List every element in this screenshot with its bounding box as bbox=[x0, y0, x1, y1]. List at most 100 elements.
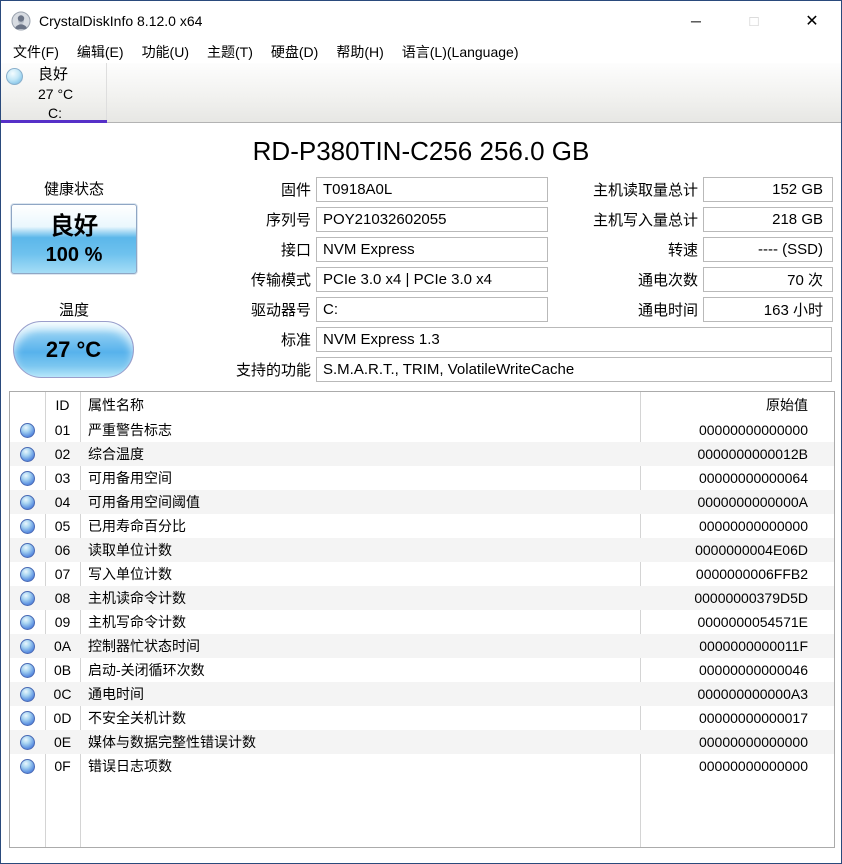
maximize-button[interactable]: □ bbox=[725, 1, 783, 41]
cell-id: 08 bbox=[54, 590, 71, 606]
field-value-box[interactable]: ---- (SSD) bbox=[703, 237, 833, 262]
header-attribute-name: 属性名称 bbox=[88, 397, 144, 413]
cell-raw-value: 00000000000000 bbox=[698, 518, 808, 534]
field-row: 主机写入量总计 218 GB bbox=[571, 207, 833, 232]
cell-raw-value: 0000000006FFB2 bbox=[695, 566, 808, 582]
cell-attribute-name: 可用备用空间阈值 bbox=[88, 494, 200, 510]
cell-id: 02 bbox=[54, 446, 71, 462]
table-row[interactable]: 08 主机读命令计数 00000000379D5D bbox=[10, 586, 834, 610]
field-label: 驱动器号 bbox=[250, 302, 311, 319]
menu-item[interactable]: 硬盘(D) bbox=[262, 40, 327, 64]
header-raw-value: 原始值 bbox=[766, 397, 808, 413]
field-label: 支持的功能 bbox=[235, 362, 311, 379]
table-row[interactable]: 03 可用备用空间 00000000000064 bbox=[10, 466, 834, 490]
health-status-label: 健康状态 bbox=[43, 181, 104, 198]
table-row[interactable]: 09 主机写命令计数 0000000054571E bbox=[10, 610, 834, 634]
table-row[interactable]: 05 已用寿命百分比 00000000000000 bbox=[10, 514, 834, 538]
table-row[interactable]: 0B 启动-关闭循环次数 00000000000046 bbox=[10, 658, 834, 682]
field-label: 通电次数 bbox=[637, 272, 698, 289]
cell-raw-value: 0000000000012B bbox=[697, 446, 808, 462]
row-status-icon bbox=[20, 734, 35, 750]
field-label: 标准 bbox=[280, 332, 311, 349]
table-row[interactable]: 0C 通电时间 000000000000A3 bbox=[10, 682, 834, 706]
menu-item[interactable]: 帮助(H) bbox=[327, 40, 392, 64]
cell-id: 09 bbox=[54, 614, 71, 630]
table-row[interactable]: 0E 媒体与数据完整性错误计数 00000000000000 bbox=[10, 730, 834, 754]
field-value-box[interactable]: 163 小时 bbox=[703, 297, 833, 322]
cell-raw-value: 0000000000000A bbox=[697, 494, 808, 510]
field-value-box[interactable]: 70 次 bbox=[703, 267, 833, 292]
cell-raw-value: 000000000000A3 bbox=[697, 686, 808, 702]
cell-id: 04 bbox=[54, 494, 71, 510]
table-row[interactable]: 04 可用备用空间阈值 0000000000000A bbox=[10, 490, 834, 514]
cell-attribute-name: 严重警告标志 bbox=[88, 422, 172, 438]
row-status-icon bbox=[20, 470, 35, 486]
menu-item[interactable]: 主题(T) bbox=[198, 40, 262, 64]
health-percent-value: 100 % bbox=[45, 244, 103, 266]
health-status-value: 良好 bbox=[50, 213, 98, 240]
row-status-icon bbox=[20, 542, 35, 558]
field-value-box[interactable]: NVM Express 1.3 bbox=[316, 327, 832, 352]
field-label: 传输模式 bbox=[250, 272, 311, 289]
cell-attribute-name: 控制器忙状态时间 bbox=[88, 638, 200, 654]
field-row-wide: 支持的功能 S.M.A.R.T., TRIM, VolatileWriteCac… bbox=[186, 357, 832, 382]
drive-tab-c[interactable]: 良好 27 °C C: bbox=[1, 63, 107, 124]
cell-raw-value: 0000000004E06D bbox=[695, 542, 808, 558]
menu-item[interactable]: 编辑(E) bbox=[68, 40, 133, 64]
temperature-button[interactable]: 27 °C bbox=[13, 321, 134, 378]
table-row[interactable]: 02 综合温度 0000000000012B bbox=[10, 442, 834, 466]
cell-attribute-name: 媒体与数据完整性错误计数 bbox=[88, 734, 256, 750]
table-row[interactable]: 06 读取单位计数 0000000004E06D bbox=[10, 538, 834, 562]
table-row[interactable]: 0F 错误日志项数 00000000000000 bbox=[10, 754, 834, 778]
field-row: 通电次数 70 次 bbox=[571, 267, 833, 292]
field-value-box[interactable]: 218 GB bbox=[703, 207, 833, 232]
field-label: 主机写入量总计 bbox=[592, 212, 698, 229]
drive-selector-bar: 良好 27 °C C: bbox=[1, 63, 841, 124]
field-value-box[interactable]: PCIe 3.0 x4 | PCIe 3.0 x4 bbox=[316, 267, 548, 292]
field-row: 通电时间 163 小时 bbox=[571, 297, 833, 322]
close-button[interactable]: ✕ bbox=[783, 1, 841, 41]
field-row: 主机读取量总计 152 GB bbox=[571, 177, 833, 202]
cell-id: 0A bbox=[53, 638, 72, 654]
row-status-icon bbox=[20, 614, 35, 630]
cell-raw-value: 00000000000000 bbox=[698, 734, 808, 750]
cell-attribute-name: 读取单位计数 bbox=[88, 542, 172, 558]
cell-id: 03 bbox=[54, 470, 71, 486]
cell-attribute-name: 不安全关机计数 bbox=[88, 710, 186, 726]
cell-raw-value: 00000000000017 bbox=[698, 710, 808, 726]
menu-item[interactable]: 文件(F) bbox=[4, 40, 68, 64]
drive-info-panel: RD-P380TIN-C256 256.0 GB 健康状态 良好 100 % 温… bbox=[1, 123, 841, 391]
field-label: 固件 bbox=[280, 182, 311, 199]
temperature-value: 27 °C bbox=[45, 336, 102, 362]
cell-id: 0B bbox=[53, 662, 72, 678]
cell-raw-value: 00000000000046 bbox=[698, 662, 808, 678]
cell-raw-value: 00000000000000 bbox=[698, 758, 808, 774]
cell-attribute-name: 错误日志项数 bbox=[88, 758, 172, 774]
table-row[interactable]: 0A 控制器忙状态时间 0000000000011F bbox=[10, 634, 834, 658]
temperature-label: 温度 bbox=[58, 302, 89, 319]
titlebar: CrystalDiskInfo 8.12.0 x64 ─ □ ✕ bbox=[1, 1, 841, 41]
cell-raw-value: 0000000000011F bbox=[699, 638, 808, 654]
field-value-box[interactable]: C: bbox=[316, 297, 548, 322]
field-value-box[interactable]: 152 GB bbox=[703, 177, 833, 202]
minimize-button[interactable]: ─ bbox=[667, 1, 725, 41]
table-row[interactable]: 01 严重警告标志 00000000000000 bbox=[10, 418, 834, 442]
cell-attribute-name: 启动-关闭循环次数 bbox=[88, 662, 205, 678]
cell-id: 0E bbox=[53, 734, 72, 750]
field-value-box[interactable]: POY21032602055 bbox=[316, 207, 548, 232]
menu-item[interactable]: 功能(U) bbox=[133, 40, 198, 64]
field-label: 转速 bbox=[667, 242, 698, 259]
row-status-icon bbox=[20, 566, 35, 582]
field-value-box[interactable]: S.M.A.R.T., TRIM, VolatileWriteCache bbox=[316, 357, 832, 382]
field-row: 转速 ---- (SSD) bbox=[571, 237, 833, 262]
cell-id: 0D bbox=[53, 710, 72, 726]
field-value-box[interactable]: NVM Express bbox=[316, 237, 548, 262]
health-status-button[interactable]: 良好 100 % bbox=[11, 204, 137, 274]
drive-tab-status: 良好 bbox=[38, 66, 69, 83]
field-value-box[interactable]: T0918A0L bbox=[316, 177, 548, 202]
menu-item[interactable]: 语言(L)(Language) bbox=[393, 40, 528, 64]
table-row[interactable]: 0D 不安全关机计数 00000000000017 bbox=[10, 706, 834, 730]
row-status-icon bbox=[20, 710, 35, 726]
table-row[interactable]: 07 写入单位计数 0000000006FFB2 bbox=[10, 562, 834, 586]
window-controls: ─ □ ✕ bbox=[667, 1, 841, 41]
